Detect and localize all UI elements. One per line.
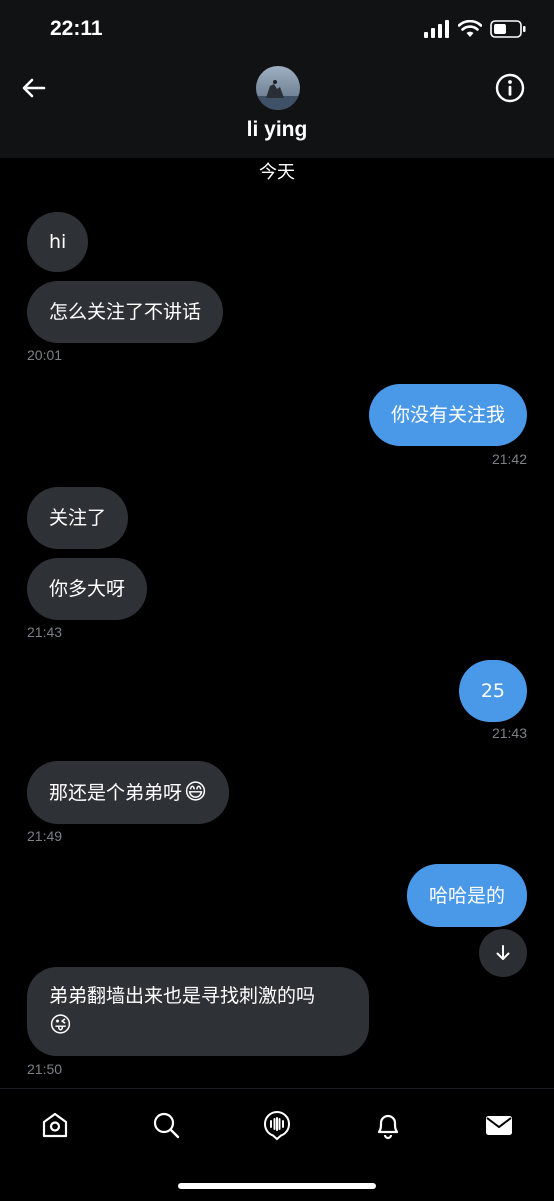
spaces-icon	[263, 1110, 291, 1141]
message-text: 哈哈是的	[428, 884, 505, 907]
message-text: hi	[49, 231, 67, 253]
scroll-to-bottom-button[interactable]	[479, 929, 527, 977]
message-timestamp: 21:43	[491, 725, 527, 741]
message-bubble-incoming[interactable]: 怎么关注了不讲话	[27, 281, 224, 343]
tab-spaces[interactable]	[259, 1107, 295, 1143]
message-bubble-incoming[interactable]: hi	[27, 212, 89, 272]
message-timestamp: 20:01	[27, 347, 63, 363]
message-text: 你没有关注我	[390, 404, 505, 426]
info-icon[interactable]	[494, 72, 526, 104]
message-timestamp: 21:42	[491, 451, 527, 467]
search-icon	[153, 1112, 180, 1139]
message-bubble-incoming[interactable]: 弟弟翻墙出来也是寻找刺激的吗 😜	[27, 967, 369, 1056]
home-icon	[42, 1112, 68, 1138]
status-bar: 22:11	[0, 0, 554, 60]
tab-search[interactable]	[148, 1107, 184, 1143]
message-bubble-incoming[interactable]: 你多大呀	[27, 558, 148, 620]
arrow-down-icon	[496, 945, 510, 960]
bell-icon	[377, 1114, 399, 1140]
signal-icon	[424, 20, 449, 38]
message-timestamp: 21:43	[27, 624, 63, 640]
message-text: 你多大呀	[49, 578, 126, 600]
message-text: 25	[480, 680, 505, 702]
back-arrow-icon[interactable]	[18, 72, 50, 104]
message-text: 那还是个弟弟呀	[49, 781, 183, 804]
wifi-icon	[458, 20, 482, 37]
contact-name[interactable]: li ying	[0, 118, 554, 142]
home-indicator	[178, 1183, 376, 1189]
message-timestamp: 21:50	[27, 1061, 63, 1077]
tab-messages[interactable]	[481, 1107, 517, 1143]
winking-face-tongue-emoji: 😜	[49, 1013, 72, 1038]
message-text: 关注了	[49, 507, 107, 529]
message-text: 怎么关注了不讲话	[49, 301, 202, 323]
tab-home[interactable]	[37, 1107, 73, 1143]
avatar[interactable]	[256, 66, 300, 110]
tab-notifications[interactable]	[370, 1107, 406, 1143]
grinning-face-emoji: 😄	[184, 779, 207, 805]
status-icons	[424, 20, 526, 38]
message-timestamp: 21:49	[27, 828, 63, 844]
message-bubble-outgoing[interactable]: 你没有关注我	[368, 384, 527, 446]
mail-icon	[486, 1116, 512, 1135]
message-bubble-outgoing[interactable]: 25	[458, 660, 527, 722]
message-bubble-outgoing[interactable]: 哈哈是的	[406, 864, 527, 927]
message-bubble-incoming[interactable]: 那还是个弟弟呀 😄	[27, 761, 229, 824]
battery-icon	[490, 20, 526, 38]
message-text: 弟弟翻墙出来也是寻找刺激的吗	[49, 985, 316, 1007]
status-time: 22:11	[50, 17, 103, 40]
message-bubble-incoming[interactable]: 关注了	[27, 487, 129, 549]
date-label: 今天	[259, 162, 295, 183]
